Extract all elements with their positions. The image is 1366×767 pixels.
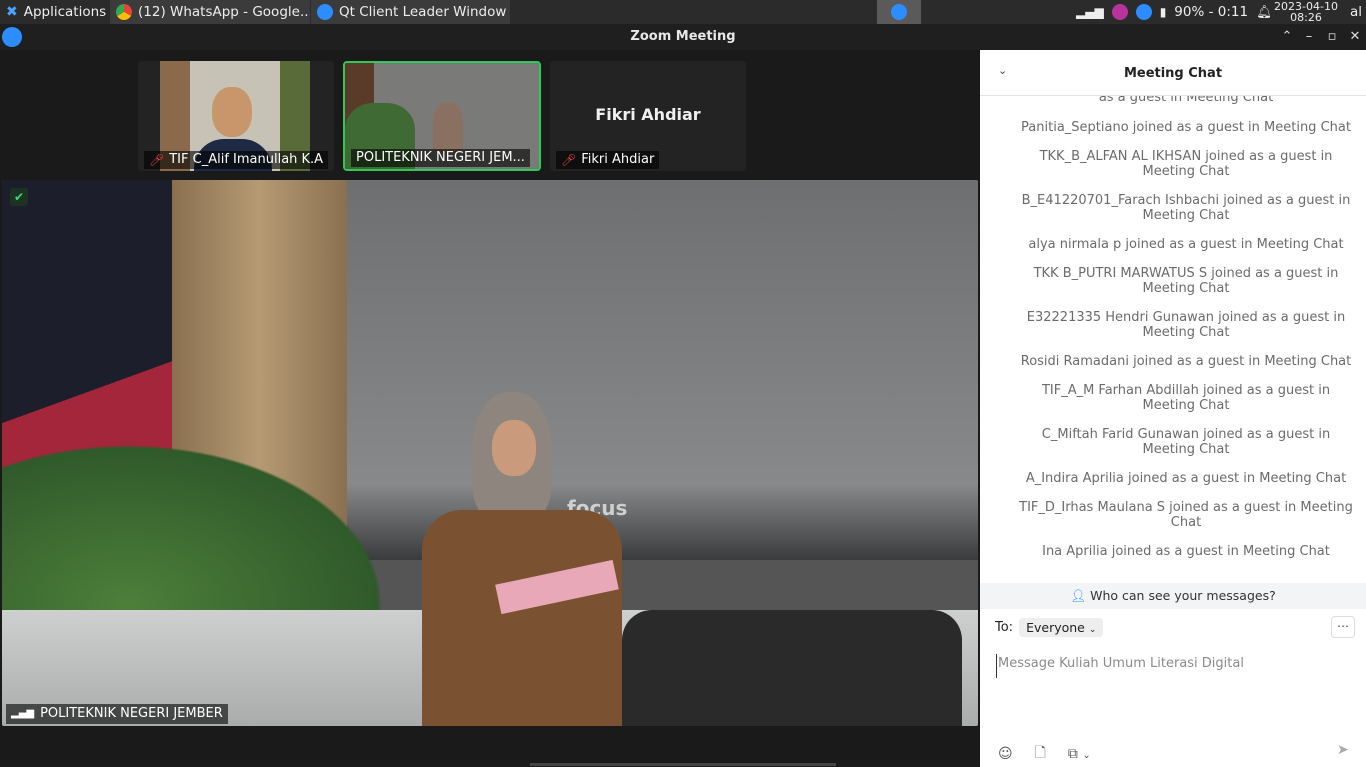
who-can-see-banner[interactable]: 👤︎ Who can see your messages? (980, 583, 1366, 609)
participant-tile-politeknik[interactable]: POLITEKNIK NEGERI JEM... (343, 61, 541, 171)
applications-menu[interactable]: ✖ Applications (0, 0, 110, 24)
screenshot-icon[interactable]: ⧉ ⌄ (1068, 746, 1091, 762)
recipient-value: Everyone (1026, 619, 1085, 635)
participant-name-alif: TIF C_Alif Imanullah K.A (169, 152, 324, 167)
applications-icon: ✖ (6, 4, 18, 20)
chat-message: TKK_B_ALFAN AL IKHSAN joined as a guest … (1039, 149, 1333, 179)
main-speaker-name: POLITEKNIK NEGERI JEMBER (40, 706, 223, 721)
send-icon[interactable]: ➤ (1337, 742, 1349, 758)
zoom-app-icon (317, 4, 333, 20)
clock[interactable]: 2023-04-10 08:26 (1268, 0, 1344, 24)
to-label: To: (995, 619, 1014, 635)
chevron-down-icon[interactable]: ⌄ (1082, 750, 1090, 761)
chat-message: TIF_A_M Farhan Abdillah joined as a gues… (1041, 383, 1331, 413)
chat-header: ⌄ Meeting Chat (980, 50, 1366, 96)
task-whatsapp-label: (12) WhatsApp - Google... (138, 4, 310, 20)
task-whatsapp[interactable]: (12) WhatsApp - Google... (110, 0, 310, 24)
video-sofa (622, 610, 962, 726)
clock-time: 08:26 (1290, 11, 1322, 24)
recipient-select[interactable]: Everyone ⌄ (1019, 617, 1104, 637)
chat-toolbar: ☺ 🗋︎ ⧉ ⌄ (998, 742, 1091, 766)
participant-label-alif: 🎤︎ TIF C_Alif Imanullah K.A (144, 151, 329, 169)
more-options-button[interactable]: ⋯ (1331, 616, 1355, 638)
main-speaker-label: ▂▄▆ POLITEKNIK NEGERI JEMBER (6, 704, 228, 724)
battery-status: 90% - 0:11 (1174, 4, 1249, 20)
network-signal-icon[interactable]: ▂▄▆ (1076, 5, 1104, 19)
zoom-tray-icon[interactable] (1135, 4, 1152, 20)
chrome-icon (116, 4, 132, 20)
participant-label-politeknik: POLITEKNIK NEGERI JEM... (351, 149, 530, 167)
close-button[interactable]: ✕ (1346, 28, 1364, 46)
video-screen (347, 180, 978, 560)
who-can-see-text: Who can see your messages? (1090, 588, 1276, 603)
task-qt-client[interactable]: Qt Client Leader Window (311, 0, 510, 24)
message-input[interactable]: Message Kuliah Umum Literasi Digital (996, 654, 1346, 678)
chat-title: Meeting Chat (1123, 66, 1223, 81)
chat-messages[interactable]: as a guest in Meeting Chat Panitia_Septi… (980, 96, 1366, 580)
participant-avatar-text: Fikri Ahdiar (595, 105, 701, 124)
chat-message: A_Indira Aprilia joined as a guest in Me… (1025, 471, 1347, 486)
taskbar: ✖ Applications (12) WhatsApp - Google...… (0, 0, 1366, 24)
chevron-down-icon: ⌄ (1088, 624, 1097, 635)
encryption-shield-icon[interactable]: ✔ (10, 188, 28, 206)
video-scroll-indicator[interactable] (530, 763, 836, 766)
participant-tile-alif[interactable]: 🎤︎ TIF C_Alif Imanullah K.A (138, 61, 334, 171)
file-icon[interactable]: 🗋︎ (1035, 742, 1046, 766)
chat-message: E32221335 Hendri Gunawan joined as a gue… (1026, 310, 1346, 340)
chat-message: TIF_D_Irhas Maulana S joined as a guest … (1019, 500, 1353, 530)
flame-icon[interactable] (1111, 4, 1128, 20)
zoom-icon (891, 4, 907, 20)
emoji-icon[interactable]: ☺ (998, 746, 1013, 762)
participant-label-fikri: 🎤︎ Fikri Ahdiar (556, 151, 660, 169)
signal-bars-icon: ▂▄▆ (11, 708, 35, 719)
participant-name-politeknik: POLITEKNIK NEGERI JEM... (356, 150, 525, 165)
chat-message: Ina Aprilia joined as a guest in Meeting… (1042, 544, 1330, 559)
chat-message: B_E41220701_Farach Ishbachi joined as a … (1021, 193, 1351, 223)
workspace-preview[interactable] (877, 0, 921, 24)
user-initials: al (1350, 4, 1363, 20)
participant-head-alif (212, 87, 252, 137)
task-qt-client-label: Qt Client Leader Window (339, 4, 507, 20)
chat-message: Panitia_Septiano joined as a guest in Me… (1021, 120, 1351, 135)
participant-name-fikri: Fikri Ahdiar (581, 152, 655, 167)
system-tray: ▂▄▆ ▮ 90% - 0:11 🔔︎ (1070, 0, 1270, 24)
chat-message: C_Miftah Farid Gunawan joined as a guest… (1041, 427, 1331, 457)
main-speaker-video[interactable]: focus ✔ ▂▄▆ POLITEKNIK NEGERI JEMBER (2, 180, 978, 726)
video-stage: 🎤︎ TIF C_Alif Imanullah K.A POLITEKNIK N… (0, 50, 980, 767)
chat-message: Rosidi Ramadani joined as a guest in Mee… (1020, 354, 1352, 369)
window-title: Zoom Meeting (630, 29, 736, 44)
recipient-row: To: Everyone ⌄ (995, 616, 1104, 638)
participant-speaker-mini (433, 103, 463, 153)
chat-message: alya nirmala p joined as a guest in Meet… (1028, 237, 1344, 252)
person-lock-icon: 👤︎ (1070, 588, 1087, 603)
video-speaker-face (492, 420, 536, 476)
chat-message: TKK B_PUTRI MARWATUS S joined as a guest… (1033, 266, 1339, 296)
battery-icon[interactable]: ▮ (1160, 5, 1167, 19)
muted-mic-icon: 🎤︎ (149, 153, 165, 167)
minimize-button[interactable]: – (1300, 28, 1318, 46)
video-speaker-body (422, 510, 622, 726)
chat-panel: ⌄ Meeting Chat as a guest in Meeting Cha… (980, 50, 1366, 767)
window-titlebar: Zoom Meeting ⌃ – ▫ ✕ (0, 24, 1366, 50)
muted-mic-icon: 🎤︎ (561, 153, 577, 167)
participant-tile-fikri[interactable]: Fikri Ahdiar 🎤︎ Fikri Ahdiar (550, 61, 746, 171)
chat-message: as a guest in Meeting Chat (1098, 96, 1274, 105)
maximize-button[interactable]: ▫ (1323, 28, 1341, 46)
user-menu[interactable]: al (1344, 0, 1366, 24)
applications-label: Applications (23, 4, 107, 20)
chevron-up-icon[interactable]: ⌃ (1278, 28, 1296, 46)
